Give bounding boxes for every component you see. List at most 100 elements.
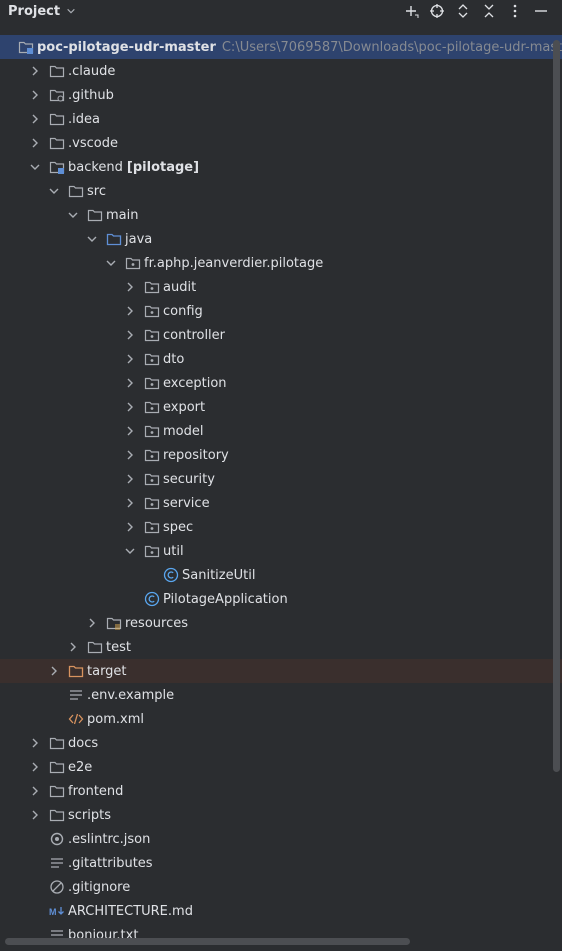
tree-item-spec[interactable]: spec xyxy=(0,515,562,539)
chevron-right-icon[interactable] xyxy=(29,785,41,797)
locate-icon[interactable] xyxy=(424,0,450,22)
tree-item-label: .vscode xyxy=(68,135,118,151)
chevron-right-icon[interactable] xyxy=(29,737,41,749)
package-icon xyxy=(144,471,160,487)
tree-item-frontend[interactable]: frontend xyxy=(0,779,562,803)
tree-item-github[interactable]: .github xyxy=(0,83,562,107)
chevron-right-icon[interactable] xyxy=(29,89,41,101)
chevron-right-icon[interactable] xyxy=(29,761,41,773)
tree-item-security[interactable]: security xyxy=(0,467,562,491)
chevron-right-icon[interactable] xyxy=(124,449,136,461)
tree-item-label: .eslintrc.json xyxy=(68,831,151,847)
tree-item-label: security xyxy=(163,471,215,487)
tree-item-src[interactable]: src xyxy=(0,179,562,203)
tree-item-docs[interactable]: docs xyxy=(0,731,562,755)
module-folder-icon xyxy=(49,159,65,175)
tree-item-label: exception xyxy=(163,375,227,391)
chevron-down-icon[interactable] xyxy=(105,257,117,269)
tree-item-repository[interactable]: repository xyxy=(0,443,562,467)
vertical-scrollbar[interactable] xyxy=(553,40,560,772)
chevron-right-icon[interactable] xyxy=(29,137,41,149)
collapse-all-icon[interactable] xyxy=(476,0,502,22)
chevron-right-icon[interactable] xyxy=(29,65,41,77)
folder-icon xyxy=(49,735,65,751)
tree-item-eslintrc[interactable]: .eslintrc.json xyxy=(0,827,562,851)
tree-item-label: scripts xyxy=(68,807,111,823)
tree-item-label: .gitignore xyxy=(68,879,131,895)
tree-item-claude[interactable]: .claude xyxy=(0,59,562,83)
tree-item-util[interactable]: util xyxy=(0,539,562,563)
folder-icon xyxy=(68,183,84,199)
tree-item-config[interactable]: config xyxy=(0,299,562,323)
tree-item-dto[interactable]: dto xyxy=(0,347,562,371)
tree-item-controller[interactable]: controller xyxy=(0,323,562,347)
tree-item-service[interactable]: service xyxy=(0,491,562,515)
package-icon xyxy=(144,495,160,511)
tree-item-label: service xyxy=(163,495,210,511)
chevron-down-icon[interactable] xyxy=(29,161,41,173)
tree-item-architecture[interactable]: ARCHITECTURE.md xyxy=(0,899,562,923)
tree-item-label: ARCHITECTURE.md xyxy=(68,903,193,919)
tree-item-env-example[interactable]: .env.example xyxy=(0,683,562,707)
chevron-right-icon[interactable] xyxy=(124,353,136,365)
chevron-right-icon[interactable] xyxy=(124,497,136,509)
tree-item-backend[interactable]: backend [pilotage] xyxy=(0,155,562,179)
project-title[interactable]: Project xyxy=(8,4,60,19)
chevron-down-icon[interactable] xyxy=(67,209,79,221)
tree-item-gitattributes[interactable]: .gitattributes xyxy=(0,851,562,875)
tree-item-scripts[interactable]: scripts xyxy=(0,803,562,827)
github-folder-icon xyxy=(49,87,65,103)
tree-item-java[interactable]: java xyxy=(0,227,562,251)
horizontal-scrollbar[interactable] xyxy=(5,938,410,945)
chevron-right-icon[interactable] xyxy=(124,425,136,437)
tree-item-idea[interactable]: .idea xyxy=(0,107,562,131)
chevron-right-icon[interactable] xyxy=(29,809,41,821)
tree-item-export[interactable]: export xyxy=(0,395,562,419)
chevron-right-icon[interactable] xyxy=(124,521,136,533)
package-icon xyxy=(144,351,160,367)
tree-item-main[interactable]: main xyxy=(0,203,562,227)
tree-item-vscode[interactable]: .vscode xyxy=(0,131,562,155)
tree-item-pom[interactable]: pom.xml xyxy=(0,707,562,731)
new-file-icon[interactable] xyxy=(398,0,424,22)
expand-all-icon[interactable] xyxy=(450,0,476,22)
chevron-down-icon[interactable] xyxy=(86,233,98,245)
more-options-icon[interactable] xyxy=(502,0,528,22)
hide-icon[interactable] xyxy=(528,0,554,22)
chevron-down-icon[interactable] xyxy=(124,545,136,557)
chevron-right-icon[interactable] xyxy=(124,281,136,293)
chevron-right-icon[interactable] xyxy=(124,329,136,341)
chevron-down-icon[interactable] xyxy=(66,6,76,16)
tree-item-audit[interactable]: audit xyxy=(0,275,562,299)
tree-item-gitignore[interactable]: .gitignore xyxy=(0,875,562,899)
tree-item-resources[interactable]: resources xyxy=(0,611,562,635)
chevron-down-icon[interactable] xyxy=(48,185,60,197)
chevron-right-icon[interactable] xyxy=(48,665,60,677)
chevron-right-icon[interactable] xyxy=(29,113,41,125)
tree-item-label: e2e xyxy=(68,759,93,775)
chevron-right-icon[interactable] xyxy=(124,377,136,389)
chevron-right-icon[interactable] xyxy=(86,617,98,629)
chevron-right-icon[interactable] xyxy=(124,401,136,413)
package-icon xyxy=(144,543,160,559)
folder-icon xyxy=(49,135,65,151)
tree-item-label: util xyxy=(163,543,184,559)
tree-item-target[interactable]: target xyxy=(0,659,562,683)
tree-item-test[interactable]: test xyxy=(0,635,562,659)
tree-item-package[interactable]: fr.aphp.jeanverdier.pilotage xyxy=(0,251,562,275)
tree-item-label: main xyxy=(106,207,139,223)
chevron-right-icon[interactable] xyxy=(124,305,136,317)
tree-item-exception[interactable]: exception xyxy=(0,371,562,395)
tree-root-row[interactable]: poc-pilotage-udr-master C:\Users\7069587… xyxy=(0,35,562,59)
chevron-right-icon[interactable] xyxy=(67,641,79,653)
tree-item-label: export xyxy=(163,399,206,415)
chevron-right-icon[interactable] xyxy=(124,473,136,485)
excluded-folder-icon xyxy=(68,663,84,679)
tree-item-sanitize-util[interactable]: SanitizeUtil xyxy=(0,563,562,587)
module-folder-icon xyxy=(18,39,34,55)
tree-item-pilotage-application[interactable]: PilotageApplication xyxy=(0,587,562,611)
tree-item-model[interactable]: model xyxy=(0,419,562,443)
text-file-icon xyxy=(68,687,84,703)
tree-item-e2e[interactable]: e2e xyxy=(0,755,562,779)
tree-item-label: test xyxy=(106,639,131,655)
